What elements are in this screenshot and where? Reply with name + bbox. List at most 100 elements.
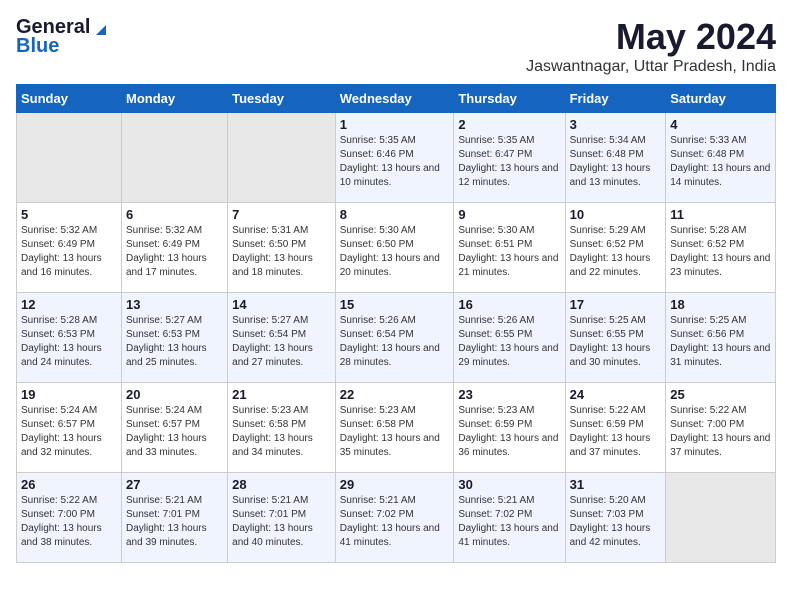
day-info: Sunrise: 5:35 AM Sunset: 6:47 PM Dayligh… <box>458 134 560 190</box>
day-number: 11 <box>670 207 771 222</box>
day-number: 21 <box>232 387 331 402</box>
weekday-header: Monday <box>121 85 227 113</box>
calendar-cell: 22 Sunrise: 5:23 AM Sunset: 6:58 PM Dayl… <box>335 383 454 473</box>
calendar-cell: 26 Sunrise: 5:22 AM Sunset: 7:00 PM Dayl… <box>17 473 122 563</box>
day-info: Sunrise: 5:32 AM Sunset: 6:49 PM Dayligh… <box>21 224 117 280</box>
day-number: 31 <box>570 477 662 492</box>
calendar-table: SundayMondayTuesdayWednesdayThursdayFrid… <box>16 84 776 563</box>
day-info: Sunrise: 5:24 AM Sunset: 6:57 PM Dayligh… <box>21 404 117 460</box>
day-info: Sunrise: 5:35 AM Sunset: 6:46 PM Dayligh… <box>340 134 450 190</box>
day-info: Sunrise: 5:25 AM Sunset: 6:56 PM Dayligh… <box>670 314 771 370</box>
calendar-cell: 19 Sunrise: 5:24 AM Sunset: 6:57 PM Dayl… <box>17 383 122 473</box>
calendar-cell: 25 Sunrise: 5:22 AM Sunset: 7:00 PM Dayl… <box>666 383 776 473</box>
logo-blue: Blue <box>16 35 59 58</box>
day-info: Sunrise: 5:23 AM Sunset: 6:58 PM Dayligh… <box>232 404 331 460</box>
calendar-cell: 1 Sunrise: 5:35 AM Sunset: 6:46 PM Dayli… <box>335 113 454 203</box>
day-info: Sunrise: 5:22 AM Sunset: 7:00 PM Dayligh… <box>670 404 771 460</box>
weekday-header: Thursday <box>454 85 565 113</box>
calendar-cell: 16 Sunrise: 5:26 AM Sunset: 6:55 PM Dayl… <box>454 293 565 383</box>
weekday-header: Sunday <box>17 85 122 113</box>
calendar-week-row: 5 Sunrise: 5:32 AM Sunset: 6:49 PM Dayli… <box>17 203 776 293</box>
day-info: Sunrise: 5:22 AM Sunset: 6:59 PM Dayligh… <box>570 404 662 460</box>
day-number: 8 <box>340 207 450 222</box>
day-number: 17 <box>570 297 662 312</box>
calendar-cell: 31 Sunrise: 5:20 AM Sunset: 7:03 PM Dayl… <box>565 473 666 563</box>
day-number: 23 <box>458 387 560 402</box>
calendar-cell: 17 Sunrise: 5:25 AM Sunset: 6:55 PM Dayl… <box>565 293 666 383</box>
calendar-cell: 30 Sunrise: 5:21 AM Sunset: 7:02 PM Dayl… <box>454 473 565 563</box>
title-block: May 2024 Jaswantnagar, Uttar Pradesh, In… <box>526 16 776 76</box>
calendar-cell: 20 Sunrise: 5:24 AM Sunset: 6:57 PM Dayl… <box>121 383 227 473</box>
day-number: 13 <box>126 297 223 312</box>
day-info: Sunrise: 5:28 AM Sunset: 6:53 PM Dayligh… <box>21 314 117 370</box>
calendar-cell: 8 Sunrise: 5:30 AM Sunset: 6:50 PM Dayli… <box>335 203 454 293</box>
weekday-header: Friday <box>565 85 666 113</box>
weekday-header-row: SundayMondayTuesdayWednesdayThursdayFrid… <box>17 85 776 113</box>
calendar-cell: 11 Sunrise: 5:28 AM Sunset: 6:52 PM Dayl… <box>666 203 776 293</box>
day-info: Sunrise: 5:22 AM Sunset: 7:00 PM Dayligh… <box>21 494 117 550</box>
day-info: Sunrise: 5:21 AM Sunset: 7:01 PM Dayligh… <box>126 494 223 550</box>
calendar-week-row: 19 Sunrise: 5:24 AM Sunset: 6:57 PM Dayl… <box>17 383 776 473</box>
calendar-cell: 15 Sunrise: 5:26 AM Sunset: 6:54 PM Dayl… <box>335 293 454 383</box>
day-info: Sunrise: 5:24 AM Sunset: 6:57 PM Dayligh… <box>126 404 223 460</box>
calendar-cell: 13 Sunrise: 5:27 AM Sunset: 6:53 PM Dayl… <box>121 293 227 383</box>
day-info: Sunrise: 5:21 AM Sunset: 7:02 PM Dayligh… <box>340 494 450 550</box>
month-title: May 2024 <box>526 16 776 58</box>
day-info: Sunrise: 5:33 AM Sunset: 6:48 PM Dayligh… <box>670 134 771 190</box>
day-number: 19 <box>21 387 117 402</box>
calendar-cell <box>228 113 336 203</box>
day-info: Sunrise: 5:26 AM Sunset: 6:54 PM Dayligh… <box>340 314 450 370</box>
day-info: Sunrise: 5:25 AM Sunset: 6:55 PM Dayligh… <box>570 314 662 370</box>
calendar-cell: 12 Sunrise: 5:28 AM Sunset: 6:53 PM Dayl… <box>17 293 122 383</box>
day-info: Sunrise: 5:21 AM Sunset: 7:01 PM Dayligh… <box>232 494 331 550</box>
day-info: Sunrise: 5:28 AM Sunset: 6:52 PM Dayligh… <box>670 224 771 280</box>
weekday-header: Wednesday <box>335 85 454 113</box>
calendar-cell: 18 Sunrise: 5:25 AM Sunset: 6:56 PM Dayl… <box>666 293 776 383</box>
day-info: Sunrise: 5:30 AM Sunset: 6:50 PM Dayligh… <box>340 224 450 280</box>
calendar-cell: 27 Sunrise: 5:21 AM Sunset: 7:01 PM Dayl… <box>121 473 227 563</box>
day-number: 24 <box>570 387 662 402</box>
calendar-cell <box>121 113 227 203</box>
day-info: Sunrise: 5:29 AM Sunset: 6:52 PM Dayligh… <box>570 224 662 280</box>
calendar-cell: 3 Sunrise: 5:34 AM Sunset: 6:48 PM Dayli… <box>565 113 666 203</box>
day-number: 25 <box>670 387 771 402</box>
logo-icon <box>92 19 110 37</box>
day-number: 20 <box>126 387 223 402</box>
calendar-week-row: 12 Sunrise: 5:28 AM Sunset: 6:53 PM Dayl… <box>17 293 776 383</box>
calendar-cell <box>17 113 122 203</box>
day-info: Sunrise: 5:23 AM Sunset: 6:58 PM Dayligh… <box>340 404 450 460</box>
calendar-cell: 9 Sunrise: 5:30 AM Sunset: 6:51 PM Dayli… <box>454 203 565 293</box>
day-number: 28 <box>232 477 331 492</box>
day-number: 30 <box>458 477 560 492</box>
day-number: 10 <box>570 207 662 222</box>
calendar-cell: 5 Sunrise: 5:32 AM Sunset: 6:49 PM Dayli… <box>17 203 122 293</box>
day-number: 26 <box>21 477 117 492</box>
day-info: Sunrise: 5:21 AM Sunset: 7:02 PM Dayligh… <box>458 494 560 550</box>
day-info: Sunrise: 5:32 AM Sunset: 6:49 PM Dayligh… <box>126 224 223 280</box>
day-info: Sunrise: 5:26 AM Sunset: 6:55 PM Dayligh… <box>458 314 560 370</box>
day-info: Sunrise: 5:23 AM Sunset: 6:59 PM Dayligh… <box>458 404 560 460</box>
day-info: Sunrise: 5:31 AM Sunset: 6:50 PM Dayligh… <box>232 224 331 280</box>
page-header: General Blue May 2024 Jaswantnagar, Utta… <box>16 16 776 76</box>
calendar-week-row: 1 Sunrise: 5:35 AM Sunset: 6:46 PM Dayli… <box>17 113 776 203</box>
calendar-cell: 29 Sunrise: 5:21 AM Sunset: 7:02 PM Dayl… <box>335 473 454 563</box>
day-number: 12 <box>21 297 117 312</box>
day-info: Sunrise: 5:27 AM Sunset: 6:53 PM Dayligh… <box>126 314 223 370</box>
weekday-header: Saturday <box>666 85 776 113</box>
day-number: 16 <box>458 297 560 312</box>
day-number: 4 <box>670 117 771 132</box>
day-number: 6 <box>126 207 223 222</box>
day-number: 18 <box>670 297 771 312</box>
calendar-cell: 10 Sunrise: 5:29 AM Sunset: 6:52 PM Dayl… <box>565 203 666 293</box>
calendar-week-row: 26 Sunrise: 5:22 AM Sunset: 7:00 PM Dayl… <box>17 473 776 563</box>
day-number: 29 <box>340 477 450 492</box>
day-info: Sunrise: 5:30 AM Sunset: 6:51 PM Dayligh… <box>458 224 560 280</box>
day-info: Sunrise: 5:20 AM Sunset: 7:03 PM Dayligh… <box>570 494 662 550</box>
day-number: 5 <box>21 207 117 222</box>
calendar-cell: 7 Sunrise: 5:31 AM Sunset: 6:50 PM Dayli… <box>228 203 336 293</box>
day-number: 1 <box>340 117 450 132</box>
calendar-cell: 24 Sunrise: 5:22 AM Sunset: 6:59 PM Dayl… <box>565 383 666 473</box>
calendar-cell: 2 Sunrise: 5:35 AM Sunset: 6:47 PM Dayli… <box>454 113 565 203</box>
day-info: Sunrise: 5:27 AM Sunset: 6:54 PM Dayligh… <box>232 314 331 370</box>
weekday-header: Tuesday <box>228 85 336 113</box>
